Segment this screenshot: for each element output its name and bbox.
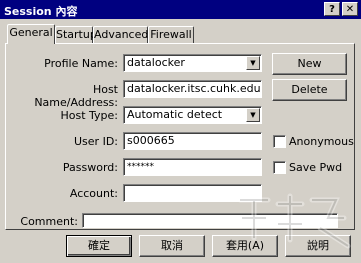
anonymous-label: Anonymous — [289, 135, 354, 148]
host-name-input[interactable]: datalocker.itsc.cuhk.edu.hk — [123, 80, 262, 98]
title-bar: Session 內容 ? ✕ — [0, 0, 361, 19]
dropdown-arrow-icon[interactable]: ▼ — [246, 56, 260, 70]
profile-name-select[interactable]: datalocker ▼ — [123, 54, 262, 72]
save-pwd-label: Save Pwd — [289, 161, 343, 174]
host-name-label: Host Name/Address: — [34, 83, 118, 109]
host-type-value: Automatic detect — [127, 108, 223, 121]
delete-button[interactable]: Delete — [272, 79, 347, 101]
profile-name-label: Profile Name: — [44, 57, 118, 70]
profile-name-value: datalocker — [127, 56, 185, 69]
apply-button[interactable]: 套用(A) — [212, 235, 278, 257]
comment-input[interactable] — [82, 213, 338, 228]
help-button[interactable]: ? — [324, 2, 340, 16]
tab-advanced[interactable]: Advanced — [93, 26, 148, 43]
account-label: Account: — [69, 187, 118, 200]
password-input[interactable]: ****** — [123, 158, 262, 176]
account-input[interactable] — [123, 184, 262, 202]
tab-general[interactable]: General — [7, 24, 55, 44]
anonymous-checkbox[interactable] — [273, 135, 286, 148]
help-footer-button[interactable]: 說明 — [285, 235, 351, 257]
dropdown-arrow-icon[interactable]: ▼ — [246, 108, 260, 122]
save-pwd-checkbox[interactable] — [273, 161, 286, 174]
ok-button[interactable]: 確定 — [66, 235, 132, 257]
user-id-label: User ID: — [74, 135, 118, 148]
close-button[interactable]: ✕ — [342, 2, 358, 16]
tab-firewall[interactable]: Firewall — [148, 26, 194, 43]
new-button[interactable]: New — [272, 53, 347, 75]
host-type-select[interactable]: Automatic detect ▼ — [123, 106, 262, 124]
cancel-button[interactable]: 取消 — [139, 235, 205, 257]
comment-label: Comment: — [20, 215, 78, 228]
window-title: Session 內容 — [4, 5, 78, 18]
tab-startup[interactable]: Startup — [55, 26, 97, 43]
host-type-label: Host Type: — [60, 109, 118, 122]
user-id-input[interactable]: s000665 — [123, 132, 262, 150]
password-label: Password: — [62, 161, 118, 174]
